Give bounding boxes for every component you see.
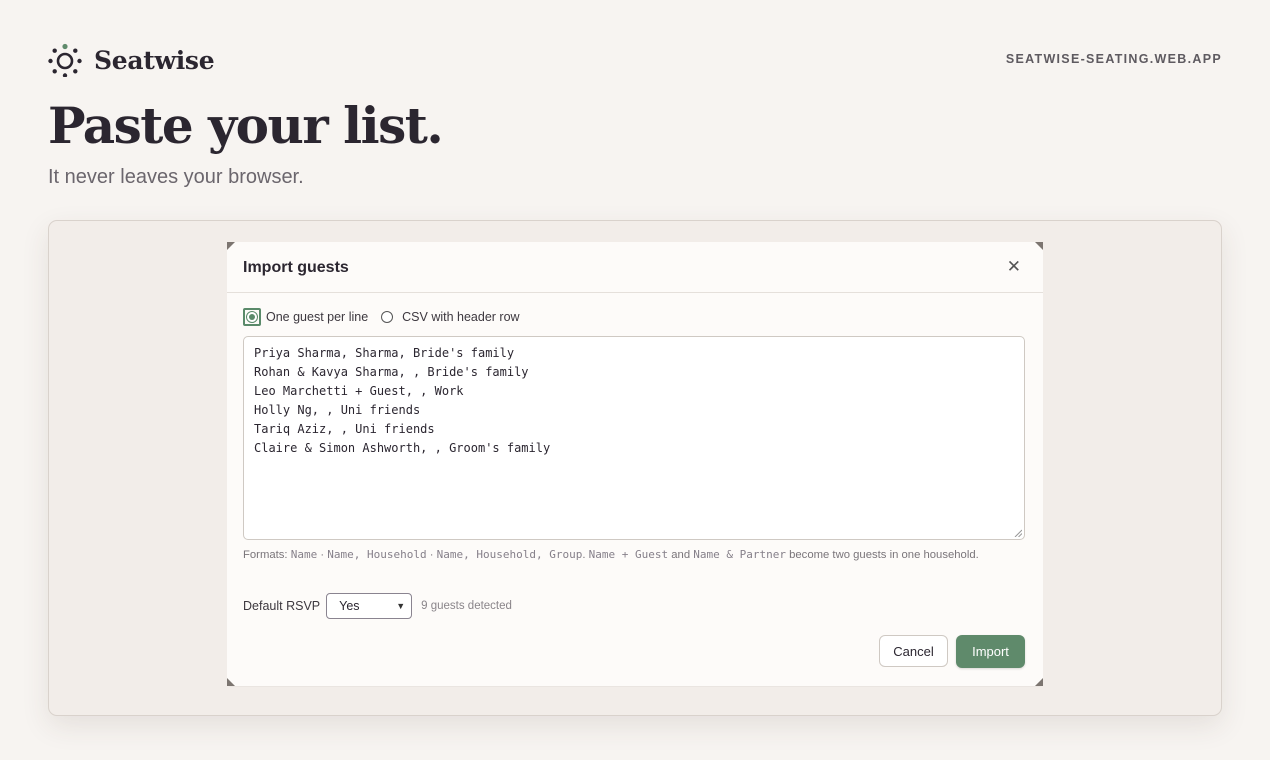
- import-button[interactable]: Import: [956, 635, 1025, 668]
- hint-text: Formats:: [243, 549, 291, 561]
- hint-text: and: [668, 549, 694, 561]
- dialog-corner: [1035, 678, 1043, 686]
- guest-line: Holly Ng, , Uni friends: [254, 402, 421, 417]
- rsvp-select[interactable]: Yes ▼: [326, 593, 413, 619]
- guest-count-status: 9 guests detected: [421, 600, 512, 612]
- radio-focus-ring: [243, 308, 261, 326]
- hint-text: ·: [426, 549, 437, 561]
- format-hint: Formats: Name · Name, Household · Name, …: [243, 546, 1023, 564]
- format-option-csv[interactable]: CSV with header row: [368, 310, 520, 324]
- radio-button[interactable]: [381, 311, 394, 323]
- guest-line: Claire & Simon Ashworth, , Groom's famil…: [254, 440, 551, 455]
- hint-code: Name, Household, Group: [436, 548, 583, 561]
- guest-line: Leo Marchetti + Guest, , Work: [254, 383, 464, 398]
- hint-code: Name & Partner: [693, 548, 786, 561]
- rsvp-label: Default RSVP: [243, 599, 321, 613]
- sun-icon: [48, 43, 82, 77]
- brand-logo[interactable]: Seatwise: [48, 43, 215, 77]
- rsvp-selected-value: Yes: [339, 599, 360, 613]
- chevron-down-icon: ▼: [396, 601, 406, 611]
- guest-line: Priya Sharma, Sharma, Bride's family: [254, 346, 515, 360]
- format-option-one-per-line[interactable]: One guest per line: [243, 308, 368, 326]
- import-guests-dialog: Import guests ✕ One guest per line CSV w…: [227, 242, 1043, 686]
- hint-text: ·: [317, 549, 328, 561]
- page-title: Paste your list.: [48, 96, 444, 155]
- hint-code: Name: [290, 548, 318, 561]
- format-option-label: One guest per line: [266, 310, 369, 324]
- hint-text: become two guests in one household.: [785, 549, 979, 561]
- hint-code: Name + Guest: [588, 548, 669, 561]
- guest-line: Tariq Aziz, , Uni friends: [254, 421, 435, 436]
- hint-code: Name, Household: [327, 548, 427, 561]
- dialog-title: Import guests: [243, 259, 349, 276]
- close-icon[interactable]: ✕: [1007, 258, 1021, 276]
- brand-name: Seatwise: [94, 45, 215, 75]
- rsvp-row: Default RSVP Yes ▼ 9 guests detected: [243, 593, 512, 619]
- resize-handle-icon[interactable]: [1014, 529, 1022, 537]
- cancel-button[interactable]: Cancel: [879, 635, 948, 667]
- format-option-label: CSV with header row: [402, 310, 520, 324]
- guest-line: Rohan & Kavya Sharma, , Bride's family: [254, 364, 529, 379]
- page-subtitle: It never leaves your browser.: [48, 166, 304, 188]
- guest-list-textarea[interactable]: Priya Sharma, Sharma, Bride's family Roha…: [243, 336, 1025, 540]
- dialog-header: Import guests ✕: [227, 242, 1043, 293]
- dialog-corner: [227, 678, 235, 686]
- radio-button-selected[interactable]: [246, 311, 258, 323]
- format-radio-group: One guest per line CSV with header row: [243, 308, 520, 326]
- site-url: SEATWISE-SEATING.WEB.APP: [1005, 52, 1222, 66]
